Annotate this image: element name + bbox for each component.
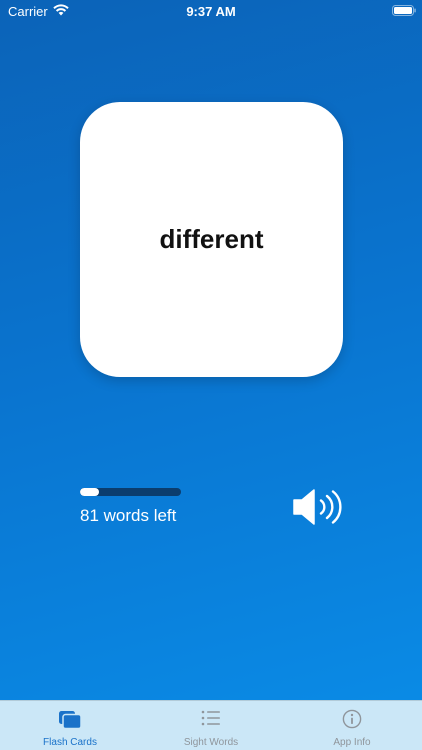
progress-fill: [80, 488, 100, 496]
tab-label: Flash Cards: [43, 737, 97, 748]
status-bar: Carrier 9:37 AM: [0, 0, 422, 24]
info-icon: [342, 709, 362, 729]
flash-card-word: different: [159, 224, 264, 254]
clock: 9:37 AM: [186, 4, 236, 19]
progress-bar: [80, 488, 181, 496]
words-left-label: 81 words left: [80, 506, 177, 525]
tab-flash-cards[interactable]: Flash Cards: [0, 701, 140, 750]
list-icon: [201, 710, 220, 726]
tab-app-info[interactable]: App Info: [282, 701, 422, 750]
tab-sight-words[interactable]: Sight Words: [141, 701, 281, 750]
tab-label: Sight Words: [183, 737, 239, 748]
flash-card[interactable]: different: [80, 102, 343, 377]
speaker-icon[interactable]: [292, 488, 346, 526]
cards-icon: [59, 711, 82, 729]
battery-icon: [392, 5, 416, 16]
tab-label: App Info: [333, 737, 371, 748]
tab-bar: Flash Cards Sight Words App Info: [0, 700, 422, 750]
